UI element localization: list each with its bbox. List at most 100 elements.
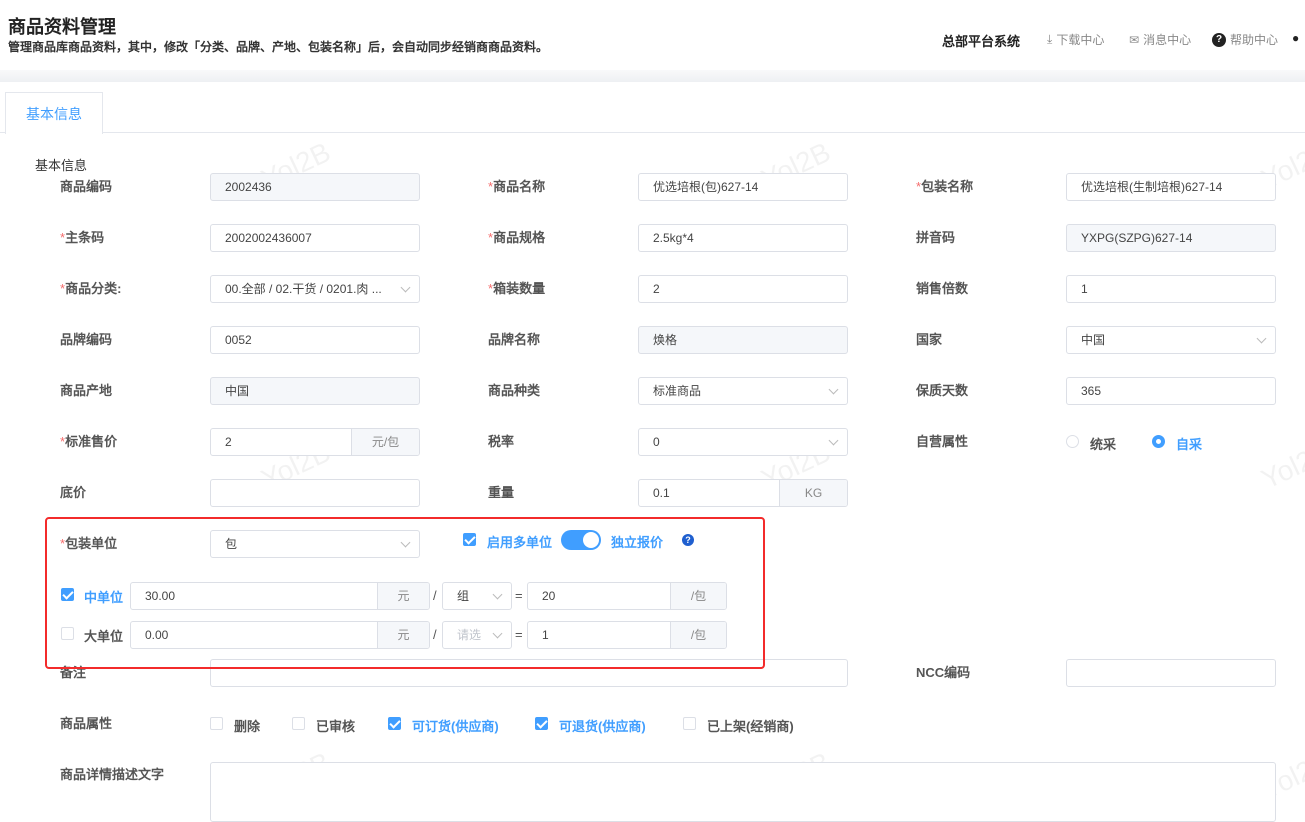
user-icon[interactable]: ● <box>1292 31 1299 45</box>
qty-value: 1 <box>542 628 549 642</box>
field-value: 1 <box>1081 282 1088 296</box>
attr-checkbox[interactable] <box>210 717 223 730</box>
independent-price-toggle[interactable] <box>561 530 601 550</box>
remark-input[interactable] <box>210 659 848 687</box>
tab-basic-info[interactable]: 基本信息 <box>5 92 103 134</box>
message-center-link[interactable]: ✉ 消息中心 <box>1129 31 1191 48</box>
mail-icon: ✉ <box>1129 32 1140 47</box>
label-text: 销售倍数 <box>916 281 969 296</box>
field-value: 中国 <box>225 384 250 398</box>
label-text: 主条码 <box>65 230 105 245</box>
price-value: 0.00 <box>145 628 169 642</box>
field-label: *主条码 <box>60 224 104 252</box>
independent-price-label: 独立报价 <box>611 535 664 550</box>
input-field[interactable]: 优选培根(生制培根)627-14 <box>1066 173 1276 201</box>
unit-value: 组 <box>457 589 470 603</box>
input-field[interactable]: 2 <box>638 275 848 303</box>
unit-select[interactable]: 请选 <box>442 621 512 649</box>
header-divider <box>0 70 1305 82</box>
label-text: 包装单位 <box>65 536 118 551</box>
radio-统采[interactable] <box>1066 435 1079 448</box>
attr-label: 删除 <box>234 719 261 734</box>
chevron-down-icon <box>400 537 411 548</box>
help-center-link[interactable]: ? 帮助中心 <box>1212 31 1278 48</box>
field-value: 2 <box>225 435 232 449</box>
label-text: 标准售价 <box>65 434 118 449</box>
input-field[interactable]: 2.5kg*4 <box>638 224 848 252</box>
input-field[interactable]: 2 元/包 <box>210 428 420 456</box>
radio-自采[interactable] <box>1152 435 1165 448</box>
ncc-input[interactable] <box>1066 659 1276 687</box>
select-field[interactable]: 包 <box>210 530 420 558</box>
system-name: 总部平台系统 <box>942 34 1021 49</box>
select-field[interactable]: 中国 <box>1066 326 1276 354</box>
attr-checkbox[interactable] <box>535 717 548 730</box>
attr-label: 已审核 <box>316 719 356 734</box>
field-label: *商品规格 <box>488 224 545 252</box>
attr-checkbox[interactable] <box>388 717 401 730</box>
chevron-down-icon <box>828 384 839 395</box>
select-field[interactable]: 0 <box>638 428 848 456</box>
input-field[interactable]: 2002002436007 <box>210 224 420 252</box>
field-value: 包 <box>225 537 238 551</box>
equals: = <box>515 627 523 642</box>
field-value: YXPG(SZPG)627-14 <box>1081 231 1193 245</box>
unit-qty-input[interactable]: 20/包 <box>527 582 727 610</box>
unit-qty-input[interactable]: 1/包 <box>527 621 727 649</box>
page-subtitle: 管理商品库商品资料，其中，修改「分类、品牌、产地、包装名称」后，会自动同步经销商… <box>8 40 549 54</box>
unit-price-input[interactable]: 0.00 元 <box>130 621 430 649</box>
unit-checkbox[interactable] <box>61 627 74 640</box>
field-label: 品牌名称 <box>488 326 540 354</box>
select-field[interactable]: 标准商品 <box>638 377 848 405</box>
field-label: 自营属性 <box>916 428 968 456</box>
field-label: *包装单位 <box>60 530 117 558</box>
input-field[interactable]: 0052 <box>210 326 420 354</box>
section-title: 基本信息 <box>35 158 88 173</box>
label-text: 商品种类 <box>488 383 541 398</box>
desc-label: 商品详情描述文字 <box>60 767 165 782</box>
input-field[interactable]: 优选培根(包)627-14 <box>638 173 848 201</box>
label-text: 商品名称 <box>493 179 546 194</box>
unit-suffix: 元/包 <box>351 429 419 455</box>
input-field[interactable] <box>210 479 420 507</box>
input-field[interactable]: 365 <box>1066 377 1276 405</box>
currency-suffix: 元 <box>377 622 429 648</box>
field-value: 0052 <box>225 333 252 347</box>
field-label: 底价 <box>60 479 86 507</box>
unit-checkbox[interactable] <box>61 588 74 601</box>
input-field[interactable]: 1 <box>1066 275 1276 303</box>
field-label: 税率 <box>488 428 514 456</box>
download-center-link[interactable]: ⤓ 下载中心 <box>1047 31 1104 48</box>
field-value: 0 <box>653 435 660 449</box>
unit-label: 中单位 <box>84 590 124 605</box>
help-icon[interactable]: ? <box>682 534 694 546</box>
attr-label: 可订货(供应商) <box>412 719 499 734</box>
label-text: 商品编码 <box>60 179 113 194</box>
per-suffix: /包 <box>670 622 726 648</box>
unit-price-input[interactable]: 30.00 元 <box>130 582 430 610</box>
input-field[interactable]: 0.1 KG <box>638 479 848 507</box>
radio-label[interactable]: 统采 <box>1090 434 1116 453</box>
enable-multi-unit-checkbox[interactable] <box>463 533 476 546</box>
attr-checkbox[interactable] <box>292 717 305 730</box>
label-text: 国家 <box>916 332 943 347</box>
label-text: 保质天数 <box>916 383 969 398</box>
label-text: 包装名称 <box>921 179 974 194</box>
radio-label[interactable]: 自采 <box>1176 434 1202 453</box>
input-field: 焕格 <box>638 326 848 354</box>
field-value: 优选培根(生制培根)627-14 <box>1081 180 1223 194</box>
attr-checkbox[interactable] <box>683 717 696 730</box>
select-field[interactable]: 00.全部 / 02.干货 / 0201.肉 ... <box>210 275 420 303</box>
attr-label: 已上架(经销商) <box>707 719 794 734</box>
field-value: 2002436 <box>225 180 272 194</box>
input-field: 中国 <box>210 377 420 405</box>
field-label: 商品产地 <box>60 377 112 405</box>
desc-textarea[interactable] <box>210 762 1276 822</box>
field-value: 中国 <box>1081 333 1106 347</box>
field-label: *标准售价 <box>60 428 117 456</box>
unit-select[interactable]: 组 <box>442 582 512 610</box>
field-label: 商品编码 <box>60 173 112 201</box>
field-label: 商品种类 <box>488 377 540 405</box>
qty-value: 20 <box>542 589 556 603</box>
label-text: 拼音码 <box>916 230 956 245</box>
